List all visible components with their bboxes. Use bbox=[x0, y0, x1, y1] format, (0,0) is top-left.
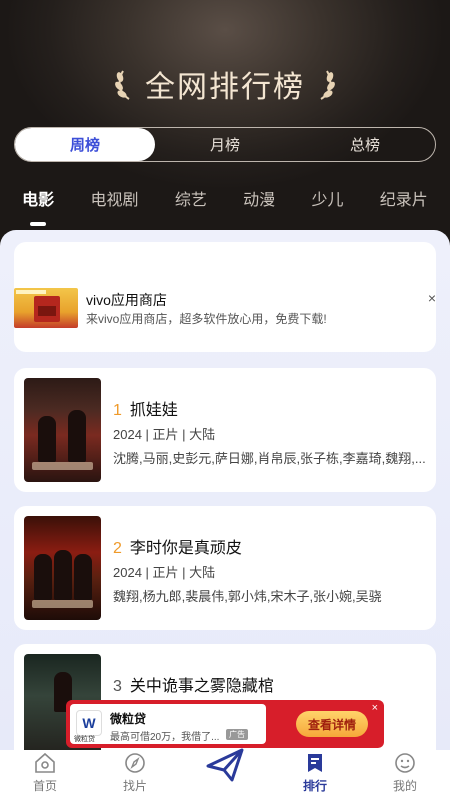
movie-cast: 魏翔,杨九郎,裴晨伟,郭小炜,宋木子,张小婉,吴骁 bbox=[113, 589, 382, 604]
tab-center-action[interactable] bbox=[180, 748, 270, 800]
period-segmented-control: 周榜 月榜 总榜 bbox=[14, 127, 436, 162]
movie-name: 关中诡事之雾隐藏棺 bbox=[129, 678, 274, 695]
movie-name: 抓娃娃 bbox=[129, 402, 178, 419]
page-title: 全网排行榜 bbox=[145, 70, 305, 105]
movie-title: 1 抓娃娃 bbox=[113, 396, 178, 420]
banner-ad-content: W 微粒贷 微粒贷 最高可借20万，我借了... 广告 bbox=[70, 704, 266, 744]
tab-weekly[interactable]: 周榜 bbox=[15, 128, 155, 161]
category-anime[interactable]: 动漫 bbox=[239, 184, 279, 218]
ad-description: 来vivo应用商店，超多软件放心用，免费下载! bbox=[86, 312, 327, 326]
ad-tag-badge: 广告 bbox=[226, 729, 248, 740]
tab-profile[interactable]: 我的 bbox=[360, 750, 450, 800]
movie-title: 2 李时你是真顽皮 bbox=[113, 534, 242, 558]
ad-close-button[interactable]: × bbox=[428, 290, 436, 306]
tab-discover[interactable]: 找片 bbox=[90, 750, 180, 800]
category-movie[interactable]: 电影 bbox=[18, 184, 58, 226]
weilidai-logo-icon: W bbox=[76, 710, 102, 736]
bottom-tab-bar: 首页 找片 排行 我的 bbox=[0, 748, 450, 800]
ad-title: vivo应用商店 bbox=[86, 292, 167, 308]
compass-icon bbox=[125, 753, 145, 773]
ad-thumbnail bbox=[14, 288, 78, 328]
tab-ranking[interactable]: 排行 bbox=[270, 750, 360, 800]
category-kids[interactable]: 少儿 bbox=[307, 184, 347, 218]
banner-ad[interactable]: W 微粒贷 微粒贷 最高可借20万，我借了... 广告 查看详情 × bbox=[66, 700, 384, 748]
list-item[interactable]: 2 李时你是真顽皮 2024 | 正片 | 大陆 魏翔,杨九郎,裴晨伟,郭小炜,宋… bbox=[14, 506, 436, 630]
tab-discover-label: 找片 bbox=[122, 779, 147, 793]
movie-meta: 2024 | 正片 | 大陆 bbox=[113, 427, 216, 442]
rank-number: 1 bbox=[113, 402, 122, 419]
tab-home-label: 首页 bbox=[32, 779, 57, 793]
home-icon bbox=[35, 752, 55, 773]
movie-title: 3 关中诡事之雾隐藏棺 bbox=[113, 672, 274, 696]
tab-profile-label: 我的 bbox=[392, 779, 417, 793]
ad-card[interactable]: vivo应用商店 来vivo应用商店，超多软件放心用，免费下载! × bbox=[14, 242, 436, 352]
tab-ranking-label: 排行 bbox=[302, 779, 327, 793]
view-details-button[interactable]: 查看详情 bbox=[296, 711, 368, 737]
category-tabs: 电影 电视剧 综艺 动漫 少儿 纪录片 bbox=[0, 184, 450, 226]
laurel-left-icon bbox=[115, 70, 130, 100]
ranking-icon bbox=[308, 754, 322, 772]
paper-plane-icon bbox=[206, 748, 244, 782]
tab-all-time[interactable]: 总榜 bbox=[295, 128, 435, 161]
list-item[interactable]: 1 抓娃娃 2024 | 正片 | 大陆 沈腾,马丽,史彭元,萨日娜,肖帛辰,张子… bbox=[14, 368, 436, 492]
smiley-icon bbox=[395, 753, 415, 773]
movie-cast: 沈腾,马丽,史彭元,萨日娜,肖帛辰,张子栋,李嘉琦,魏翔,... bbox=[113, 451, 426, 466]
banner-logo-label: 微粒贷 bbox=[74, 736, 95, 743]
movie-meta: 2024 | 正片 | 大陆 bbox=[113, 565, 216, 580]
ranking-list-panel: vivo应用商店 来vivo应用商店，超多软件放心用，免费下载! × 1 抓娃娃 … bbox=[0, 230, 450, 768]
laurel-right-icon bbox=[320, 70, 335, 100]
movie-poster bbox=[24, 378, 101, 482]
page-header: 全网排行榜 bbox=[0, 62, 450, 106]
banner-title: 微粒贷 bbox=[110, 712, 147, 726]
rank-number: 3 bbox=[113, 678, 122, 695]
tab-home[interactable]: 首页 bbox=[0, 750, 90, 800]
category-variety[interactable]: 综艺 bbox=[171, 184, 211, 218]
category-tv-series[interactable]: 电视剧 bbox=[86, 184, 142, 218]
tab-monthly[interactable]: 月榜 bbox=[155, 128, 295, 161]
status-bar bbox=[0, 0, 450, 24]
rank-number: 2 bbox=[113, 540, 122, 557]
category-documentary[interactable]: 纪录片 bbox=[376, 184, 432, 218]
movie-name: 李时你是真顽皮 bbox=[129, 540, 242, 557]
banner-subtitle: 最高可借20万，我借了... bbox=[110, 732, 220, 743]
movie-poster bbox=[24, 516, 101, 620]
banner-close-button[interactable]: × bbox=[372, 702, 378, 714]
